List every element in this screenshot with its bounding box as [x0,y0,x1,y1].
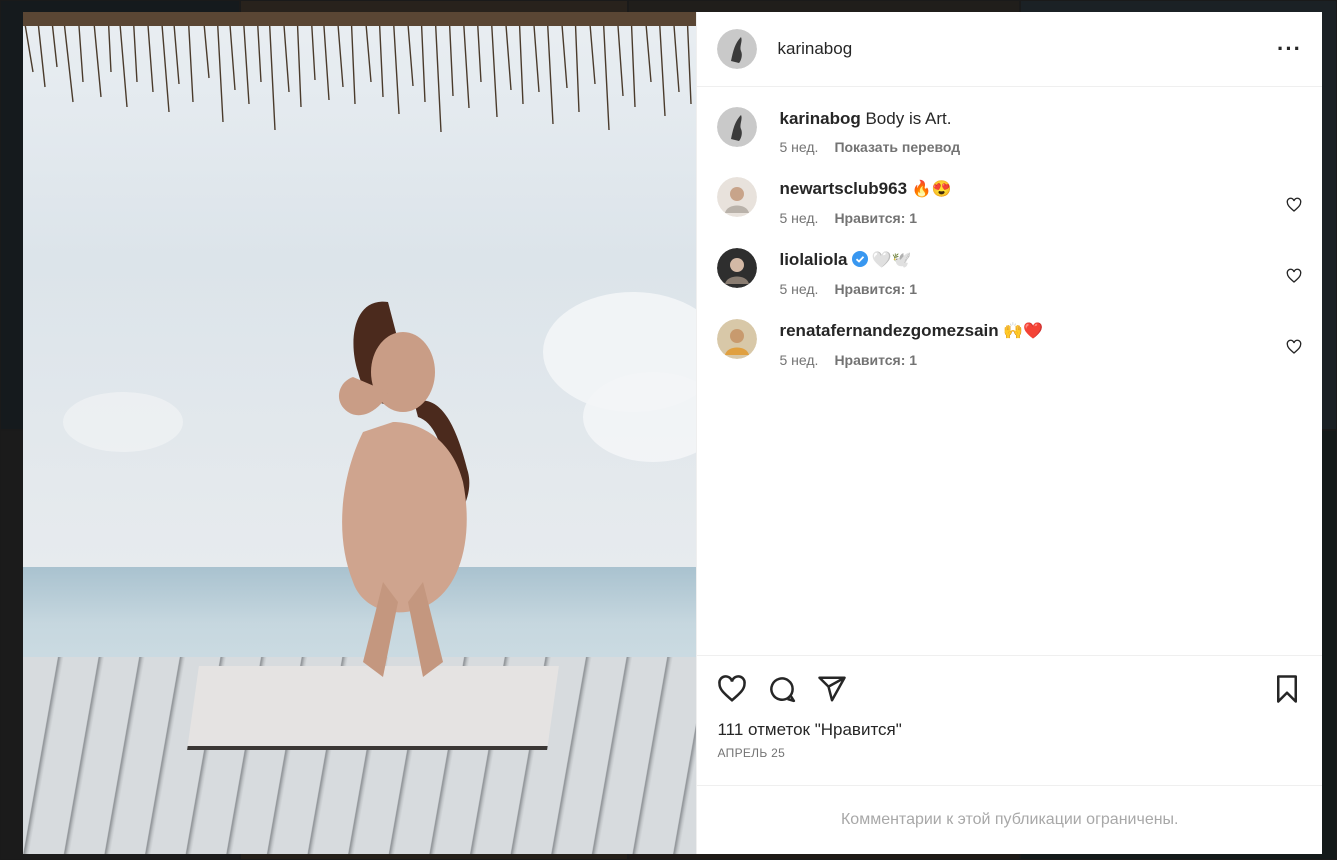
post-header: karinabog ··· [697,12,1322,87]
bookmark-icon[interactable] [1272,674,1302,704]
share-icon[interactable] [817,674,847,704]
translate-link[interactable]: Показать перевод [834,139,960,155]
image-cloud [63,392,183,452]
comments-list: karinabog Body is Art. 5 нед. Показать п… [697,87,1322,655]
caption: karinabog Body is Art. 5 нед. Показать п… [717,107,1302,155]
heart-small-icon[interactable] [1286,339,1302,355]
comment-item: liolaliola 🤍🕊️ 5 нед. Нравится: 1 [717,248,1302,297]
post-image[interactable] [23,12,697,854]
post-side-panel: karinabog ··· karinabog Body is Art. 5 н… [696,12,1322,854]
image-person [338,301,470,677]
post-modal: karinabog ··· karinabog Body is Art. 5 н… [23,12,1322,854]
caption-text: Body is Art. [865,109,952,128]
comment-username[interactable]: renatafernandezgomezsain [779,321,998,340]
comment-age[interactable]: 5 нед. [779,210,818,226]
commenter-avatar[interactable] [717,248,758,288]
image-thatch-roof [23,12,697,133]
commenter-avatar[interactable] [717,319,758,359]
comment-text: 🤍🕊️ [871,252,912,269]
comment-age[interactable]: 5 нед. [779,352,818,368]
more-options-button[interactable]: ··· [1277,36,1302,62]
heart-small-icon[interactable] [1286,268,1302,284]
post-date[interactable]: АПРЕЛЬ 25 [717,746,1302,760]
heart-icon[interactable] [717,674,747,704]
comment-text: 🙌❤️ [1003,323,1044,340]
caption-username[interactable]: karinabog [779,109,860,128]
commenter-avatar[interactable] [717,177,758,217]
comment-username[interactable]: newartsclub963 [779,179,907,198]
caption-age[interactable]: 5 нед. [779,139,818,155]
likes-count[interactable]: 111 отметок "Нравится" [717,720,1302,740]
comment-item: newartsclub963 🔥😍 5 нед. Нравится: 1 [717,177,1302,226]
comment-icon[interactable] [767,674,797,704]
author-username[interactable]: karinabog [777,39,852,59]
comment-username[interactable]: liolaliola [779,250,847,269]
author-avatar[interactable] [717,29,758,69]
heart-small-icon[interactable] [1286,197,1302,213]
comments-restricted-notice: Комментарии к этой публикации ограничены… [697,785,1322,854]
comment-item: renatafernandezgomezsain 🙌❤️ 5 нед. Нрав… [717,319,1302,368]
comment-age[interactable]: 5 нед. [779,281,818,297]
verified-badge-icon [851,251,868,267]
comment-text: 🔥😍 [911,181,952,198]
comment-likes[interactable]: Нравится: 1 [834,352,917,368]
comment-likes[interactable]: Нравится: 1 [834,281,917,297]
comment-likes[interactable]: Нравится: 1 [834,210,917,226]
caption-author-avatar[interactable] [717,107,758,147]
post-actions: 111 отметок "Нравится" АПРЕЛЬ 25 [697,655,1322,785]
